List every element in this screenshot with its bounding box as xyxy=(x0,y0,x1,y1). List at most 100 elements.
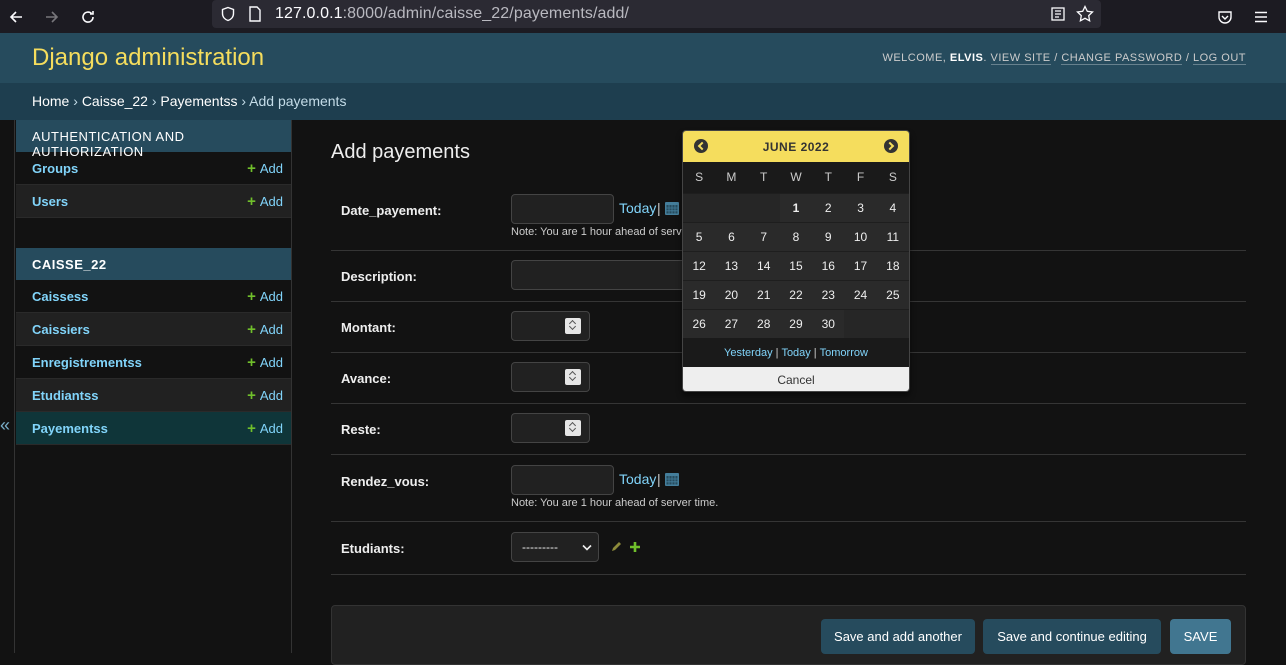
etudiants-select[interactable]: --------- xyxy=(511,532,599,562)
form-row-rendez-vous: Rendez_vous: Today | Note: You are 1 hou… xyxy=(331,455,1246,522)
calendar-prev-month-icon[interactable] xyxy=(694,139,708,153)
calendar-yesterday-link[interactable]: Yesterday xyxy=(724,347,773,359)
breadcrumb-separator: › xyxy=(151,93,157,109)
module-caption-caisse[interactable]: CAISSE_22 xyxy=(16,248,291,280)
calendar-day[interactable]: 10 xyxy=(844,221,877,251)
calendar-day[interactable]: 22 xyxy=(779,279,813,309)
calendar-empty-cell xyxy=(876,308,909,338)
breadcrumb-model[interactable]: Payementss xyxy=(160,93,237,109)
calendar-day[interactable]: 17 xyxy=(844,250,877,280)
add-users-link[interactable]: + Add xyxy=(247,193,283,210)
sidebar-item-payementss: Payementss + Add xyxy=(16,412,291,445)
add-caissess-link[interactable]: + Add xyxy=(247,288,283,305)
calendar-day[interactable]: 11 xyxy=(876,221,909,251)
calendar-day[interactable]: 14 xyxy=(747,250,780,280)
calendar-day[interactable]: 21 xyxy=(747,279,780,309)
calendar-day[interactable]: 30 xyxy=(812,308,845,338)
add-related-plus-icon[interactable] xyxy=(629,541,641,553)
link-separator: | xyxy=(657,471,661,487)
avance-input[interactable] xyxy=(511,362,590,392)
view-site-link[interactable]: VIEW SITE xyxy=(990,52,1051,65)
number-spinner-icon[interactable] xyxy=(565,369,581,385)
calendar-weekday: T xyxy=(812,162,845,193)
change-related-pencil-icon[interactable] xyxy=(610,541,622,553)
add-payementss-link[interactable]: + Add xyxy=(247,420,283,437)
add-plus-icon: + xyxy=(247,353,256,371)
calendar-day[interactable]: 16 xyxy=(812,250,845,280)
calendar-day[interactable]: 24 xyxy=(844,279,877,309)
calendar-day[interactable]: 6 xyxy=(715,221,748,251)
add-label: Add xyxy=(259,160,283,176)
pocket-button[interactable] xyxy=(1212,4,1238,30)
page-icon[interactable] xyxy=(248,6,262,22)
back-button[interactable] xyxy=(3,4,29,30)
sidebar-toggle[interactable]: « xyxy=(0,120,15,653)
calendar-day[interactable]: 20 xyxy=(715,279,748,309)
add-enregistrementss-link[interactable]: + Add xyxy=(247,354,283,371)
calendar-day[interactable]: 8 xyxy=(779,221,813,251)
calendar-day[interactable]: 25 xyxy=(876,279,909,309)
calendar-next-month-icon[interactable] xyxy=(884,139,898,153)
calendar-day[interactable]: 23 xyxy=(812,279,845,309)
add-etudiantss-link[interactable]: + Add xyxy=(247,387,283,404)
montant-input[interactable] xyxy=(511,311,590,341)
number-spinner-icon[interactable] xyxy=(565,318,581,334)
sidebar-item-groups-link[interactable]: Groups xyxy=(32,161,78,176)
forward-button[interactable] xyxy=(39,4,65,30)
date-payement-label: Date_payement: xyxy=(341,203,442,218)
calendar-day[interactable]: 9 xyxy=(812,221,845,251)
calendar-icon[interactable] xyxy=(664,200,680,216)
module-caption-auth[interactable]: AUTHENTICATION AND AUTHORIZATION xyxy=(16,120,291,159)
breadcrumb-app[interactable]: Caisse_22 xyxy=(82,93,148,109)
menu-button[interactable] xyxy=(1248,4,1274,30)
date-payement-today-link[interactable]: Today xyxy=(619,200,656,216)
bookmark-star-icon[interactable] xyxy=(1076,5,1094,23)
sidebar-item-caissiers: Caissiers + Add xyxy=(16,313,291,346)
sidebar-item-enregistrementss-link[interactable]: Enregistrementss xyxy=(32,355,142,370)
calendar-day[interactable]: 27 xyxy=(715,308,748,338)
calendar-day[interactable]: 28 xyxy=(747,308,780,338)
rendez-vous-today-link[interactable]: Today xyxy=(619,471,656,487)
add-groups-link[interactable]: + Add xyxy=(247,160,283,177)
log-out-link[interactable]: LOG OUT xyxy=(1192,52,1246,65)
calendar-day[interactable]: 1 xyxy=(779,192,813,222)
save-and-add-another-button[interactable]: Save and add another xyxy=(821,619,975,654)
shield-icon[interactable] xyxy=(220,6,236,22)
rendez-vous-input[interactable] xyxy=(511,465,614,495)
site-branding[interactable]: Django administration xyxy=(32,44,264,72)
calendar-icon[interactable] xyxy=(664,471,680,487)
sidebar-item-users-link[interactable]: Users xyxy=(32,194,68,209)
calendar-day[interactable]: 26 xyxy=(683,308,716,338)
sidebar-item-caissess-link[interactable]: Caissess xyxy=(32,289,88,304)
calendar-day[interactable]: 2 xyxy=(812,192,845,222)
calendar-day[interactable]: 13 xyxy=(715,250,748,280)
calendar-day[interactable]: 19 xyxy=(683,279,716,309)
form-row-etudiants: Etudiants: --------- xyxy=(331,522,1246,575)
sidebar-item-caissiers-link[interactable]: Caissiers xyxy=(32,322,90,337)
reload-button[interactable] xyxy=(75,4,101,30)
sidebar-item-payementss-link[interactable]: Payementss xyxy=(32,421,108,436)
reader-view-icon[interactable] xyxy=(1050,6,1066,22)
number-spinner-icon[interactable] xyxy=(565,420,581,436)
calendar-day[interactable]: 7 xyxy=(747,221,780,251)
save-and-continue-button[interactable]: Save and continue editing xyxy=(983,619,1161,654)
breadcrumb-home[interactable]: Home xyxy=(32,93,69,109)
sidebar-item-etudiantss-link[interactable]: Etudiantss xyxy=(32,388,98,403)
form-row-reste: Reste: xyxy=(331,404,1246,455)
reste-input[interactable] xyxy=(511,413,590,443)
calendar-day[interactable]: 4 xyxy=(876,192,909,222)
calendar-day[interactable]: 29 xyxy=(779,308,813,338)
calendar-day[interactable]: 3 xyxy=(844,192,877,222)
calendar-day[interactable]: 5 xyxy=(683,221,716,251)
date-payement-input[interactable] xyxy=(511,194,614,224)
calendar-day[interactable]: 18 xyxy=(876,250,909,280)
calendar-day[interactable]: 15 xyxy=(779,250,813,280)
calendar-today-link[interactable]: Today xyxy=(781,347,810,359)
save-button[interactable]: SAVE xyxy=(1170,619,1231,654)
change-password-link[interactable]: CHANGE PASSWORD xyxy=(1061,52,1183,65)
nav-sidebar: AUTHENTICATION AND AUTHORIZATION Groups … xyxy=(16,120,292,653)
calendar-tomorrow-link[interactable]: Tomorrow xyxy=(820,347,868,359)
calendar-cancel-button[interactable]: Cancel xyxy=(683,367,909,391)
calendar-day[interactable]: 12 xyxy=(683,250,716,280)
add-caissiers-link[interactable]: + Add xyxy=(247,321,283,338)
